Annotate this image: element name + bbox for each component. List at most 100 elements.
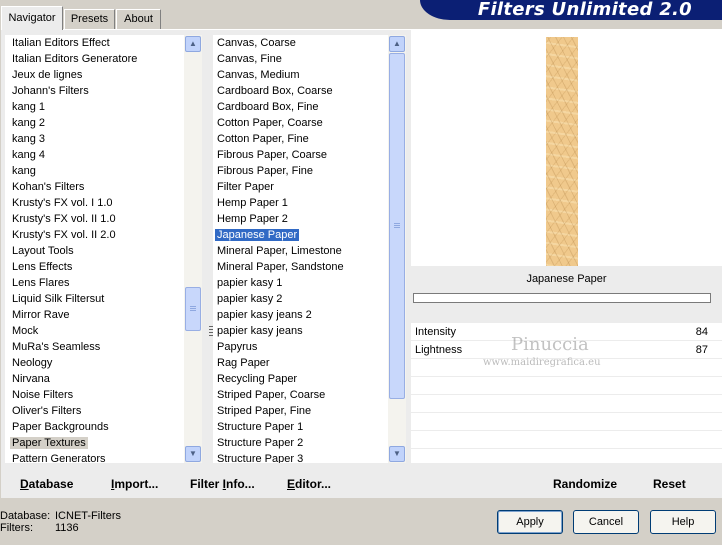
editor-button[interactable]: Editor...	[287, 472, 331, 496]
help-button[interactable]: Help	[650, 510, 716, 534]
parameter-panel: Intensity 84 Lightness 87 Pinuccia www.m…	[411, 323, 722, 463]
database-value: ICNET-Filters	[55, 510, 121, 522]
category-list-item[interactable]: Lens Flares	[5, 275, 184, 291]
category-items: Italian Editors Effect Italian Editors Ge…	[5, 35, 184, 463]
category-list-item[interactable]: Nirvana	[5, 371, 184, 387]
filter-item-label: Canvas, Coarse	[217, 37, 296, 49]
watermark-name: Pinuccia	[511, 334, 589, 355]
filter-list-item[interactable]: papier kasy 2	[213, 291, 388, 307]
category-list-item[interactable]: Jeux de lignes	[5, 67, 184, 83]
category-list-item[interactable]: Paper Backgrounds	[5, 419, 184, 435]
filter-list-item[interactable]: Cotton Paper, Fine	[213, 131, 388, 147]
category-list-item[interactable]: kang 3	[5, 131, 184, 147]
category-item-label: Mirror Rave	[12, 309, 70, 321]
filter-list-item[interactable]: Cardboard Box, Coarse	[213, 83, 388, 99]
filter-list-item[interactable]: Cotton Paper, Coarse	[213, 115, 388, 131]
category-list-item[interactable]: Kohan's Filters	[5, 179, 184, 195]
category-list-item[interactable]: Italian Editors Effect	[5, 35, 184, 51]
param-row-empty	[411, 395, 722, 413]
filter-list-item[interactable]: Rag Paper	[213, 355, 388, 371]
texture-preview-image	[546, 37, 578, 266]
category-list-item[interactable]: Pattern Generators	[5, 451, 184, 463]
filter-list-item[interactable]: Canvas, Coarse	[213, 35, 388, 51]
category-list-item[interactable]: Italian Editors Generatore	[5, 51, 184, 67]
filter-list-item[interactable]: Papyrus	[213, 339, 388, 355]
category-item-label: Krusty's FX vol. I 1.0	[12, 197, 113, 209]
category-list-item[interactable]: Lens Effects	[5, 259, 184, 275]
category-item-label: Krusty's FX vol. II 2.0	[12, 229, 116, 241]
filter-list-item[interactable]: papier kasy 1	[213, 275, 388, 291]
tab-navigator[interactable]: Navigator	[1, 6, 63, 30]
filter-list-item[interactable]: Cardboard Box, Fine	[213, 99, 388, 115]
category-scrollbar[interactable]: ▲ ▼	[184, 35, 202, 463]
scroll-up-icon[interactable]: ▲	[185, 36, 201, 52]
category-list-item[interactable]: MuRa's Seamless	[5, 339, 184, 355]
category-list-item[interactable]: kang	[5, 163, 184, 179]
category-item-label: Nirvana	[12, 373, 50, 385]
category-list-item[interactable]: Noise Filters	[5, 387, 184, 403]
param-row-empty	[411, 431, 722, 449]
category-list-item[interactable]: kang 4	[5, 147, 184, 163]
filter-item-label: Filter Paper	[217, 181, 274, 193]
category-item-label: kang 3	[12, 133, 46, 145]
apply-button[interactable]: Apply	[497, 510, 563, 534]
filter-list-item[interactable]: Canvas, Fine	[213, 51, 388, 67]
filter-item-label: papier kasy jeans 2	[217, 309, 312, 321]
filter-list-item[interactable]: Hemp Paper 1	[213, 195, 388, 211]
category-list-item[interactable]: Paper Textures	[5, 435, 184, 451]
filter-list-item[interactable]: Fibrous Paper, Fine	[213, 163, 388, 179]
filter-list-item[interactable]: Recycling Paper	[213, 371, 388, 387]
scroll-up-icon[interactable]: ▲	[389, 36, 405, 52]
category-item-label: Paper Textures	[10, 437, 88, 449]
preview-area	[411, 30, 722, 266]
category-scroll-thumb[interactable]	[185, 287, 201, 331]
category-list-item[interactable]: Krusty's FX vol. II 2.0	[5, 227, 184, 243]
filter-item-label: Structure Paper 2	[217, 437, 304, 449]
filter-list-item[interactable]: Japanese Paper	[213, 227, 388, 243]
category-list-item[interactable]: Mock	[5, 323, 184, 339]
filter-item-label: Structure Paper 1	[217, 421, 304, 433]
filter-list-item[interactable]: Filter Paper	[213, 179, 388, 195]
filter-list-item[interactable]: Structure Paper 1	[213, 419, 388, 435]
category-list-item[interactable]: kang 1	[5, 99, 184, 115]
category-list-item[interactable]: Layout Tools	[5, 243, 184, 259]
reset-button[interactable]: Reset	[653, 472, 686, 496]
filter-list-item[interactable]: Striped Paper, Fine	[213, 403, 388, 419]
param-value: 84	[695, 326, 708, 338]
randomize-button[interactable]: Randomize	[553, 472, 617, 496]
category-list-item[interactable]: Mirror Rave	[5, 307, 184, 323]
scroll-down-icon[interactable]: ▼	[185, 446, 201, 462]
cancel-button[interactable]: Cancel	[573, 510, 639, 534]
database-button[interactable]: Database	[20, 472, 73, 496]
filter-info-button[interactable]: Filter Info...	[190, 472, 255, 496]
category-list[interactable]: Italian Editors Effect Italian Editors Ge…	[5, 35, 202, 463]
import-button[interactable]: Import...	[111, 472, 158, 496]
filter-list-item[interactable]: Mineral Paper, Sandstone	[213, 259, 388, 275]
filter-list-item[interactable]: Hemp Paper 2	[213, 211, 388, 227]
filter-list-item[interactable]: papier kasy jeans	[213, 323, 388, 339]
category-list-item[interactable]: Krusty's FX vol. I 1.0	[5, 195, 184, 211]
filter-list-item[interactable]: Structure Paper 2	[213, 435, 388, 451]
category-list-item[interactable]: Oliver's Filters	[5, 403, 184, 419]
filter-scroll-thumb[interactable]	[389, 53, 405, 399]
filter-item-label: Mineral Paper, Sandstone	[217, 261, 344, 273]
category-list-item[interactable]: Krusty's FX vol. II 1.0	[5, 211, 184, 227]
tab-about[interactable]: About	[116, 9, 161, 29]
filter-list[interactable]: Canvas, Coarse Canvas, Fine Canvas, Medium…	[213, 35, 406, 463]
filter-list-item[interactable]: Structure Paper 3	[213, 451, 388, 463]
category-item-label: Kohan's Filters	[12, 181, 85, 193]
filter-list-item[interactable]: Fibrous Paper, Coarse	[213, 147, 388, 163]
filter-item-label: Cotton Paper, Coarse	[217, 117, 323, 129]
category-list-item[interactable]: Liquid Silk Filtersut	[5, 291, 184, 307]
progress-bar	[413, 293, 711, 303]
category-list-item[interactable]: kang 2	[5, 115, 184, 131]
tab-presets[interactable]: Presets	[64, 9, 115, 29]
category-list-item[interactable]: Neology	[5, 355, 184, 371]
filter-list-item[interactable]: papier kasy jeans 2	[213, 307, 388, 323]
filter-scrollbar[interactable]: ▲ ▼	[388, 35, 406, 463]
filter-list-item[interactable]: Striped Paper, Coarse	[213, 387, 388, 403]
filter-list-item[interactable]: Mineral Paper, Limestone	[213, 243, 388, 259]
scroll-down-icon[interactable]: ▼	[389, 446, 405, 462]
category-list-item[interactable]: Johann's Filters	[5, 83, 184, 99]
filter-list-item[interactable]: Canvas, Medium	[213, 67, 388, 83]
